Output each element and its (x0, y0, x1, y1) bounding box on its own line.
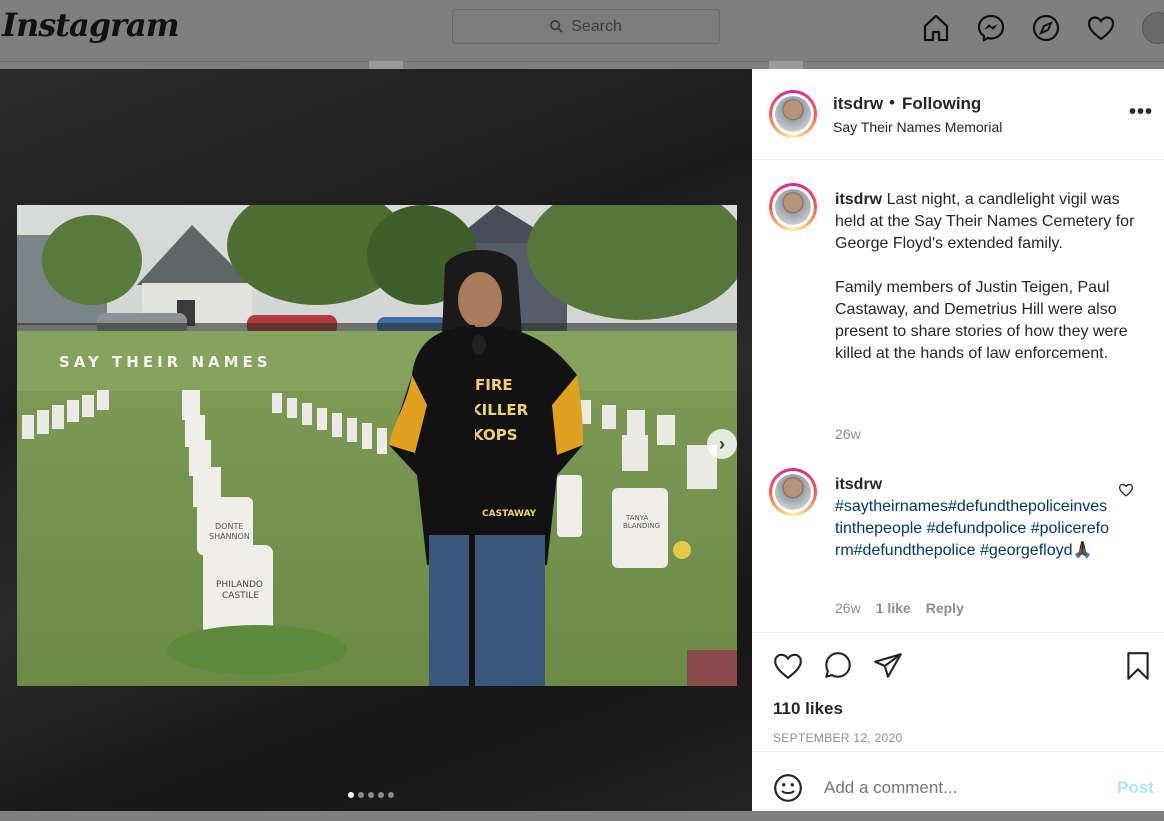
shirt-text-killer: KILLER (470, 401, 529, 419)
svg-text:BLANDING: BLANDING (623, 522, 660, 530)
reply-button[interactable]: Reply (926, 600, 964, 616)
caption-username[interactable]: itsdrw (835, 191, 882, 208)
post-header: itsdrw • Following Say Their Names Memor… (752, 69, 1164, 160)
caption-avatar[interactable] (769, 183, 817, 231)
comment-username[interactable]: itsdrw (835, 474, 1110, 496)
likes-count[interactable]: 110 likes (773, 699, 843, 719)
following-button[interactable]: Following (902, 94, 981, 114)
shirt-text-kops: KOPS (472, 426, 518, 444)
save-bookmark-icon[interactable] (1122, 650, 1154, 682)
messenger-icon[interactable] (975, 12, 1007, 44)
profile-avatar[interactable] (1142, 12, 1164, 44)
location-link[interactable]: Say Their Names Memorial (833, 119, 1002, 135)
post-date[interactable]: SEPTEMBER 12, 2020 (773, 731, 902, 745)
add-comment-bar: Post (752, 751, 1164, 814)
comment-avatar[interactable] (769, 468, 817, 516)
comment-timestamp[interactable]: 26w (835, 600, 861, 616)
comment-icon[interactable] (822, 650, 854, 682)
carousel-dot (348, 792, 354, 798)
headstone-donte-shannon: DONTE (215, 522, 243, 531)
carousel-dot (368, 792, 374, 798)
search-placeholder: Search (571, 17, 622, 35)
shirt-text-fire: FIRE (475, 376, 513, 394)
author-avatar[interactable] (769, 90, 817, 138)
comment-like-heart-icon[interactable] (1118, 482, 1134, 503)
explore-compass-icon[interactable] (1030, 12, 1062, 44)
comment-meta: 26w 1 like Reply (835, 600, 979, 616)
top-nav-bar: Instagram Search (0, 0, 1164, 62)
comment-hashtags[interactable]: #saytheirnames#defundthepoliceinvestinth… (835, 496, 1110, 562)
author-username[interactable]: itsdrw (833, 94, 883, 114)
post-photo: SAY THEIR NAMES DONTE SHANNON PHILANDO C… (17, 205, 737, 686)
svg-text:CASTILE: CASTILE (222, 591, 259, 601)
caption-text: Last night, a candlelight vigil was held… (835, 191, 1135, 362)
carousel-dot (388, 792, 394, 798)
post-media: SAY THEIR NAMES DONTE SHANNON PHILANDO C… (0, 69, 752, 811)
search-icon (550, 20, 563, 33)
post-sidebar: itsdrw • Following Say Their Names Memor… (752, 69, 1164, 811)
caption-timestamp[interactable]: 26w (835, 426, 861, 442)
post-caption: itsdrw Last night, a candlelight vigil w… (835, 189, 1145, 365)
carousel-dot (378, 792, 384, 798)
next-slide-button[interactable]: › (707, 429, 737, 459)
share-send-icon[interactable] (872, 650, 904, 682)
carousel-dots (348, 792, 398, 798)
more-options-icon[interactable]: ••• (1129, 101, 1153, 124)
comment-likes[interactable]: 1 like (876, 600, 911, 616)
emoji-smiley-icon[interactable] (772, 772, 804, 809)
headstone-tanya-blanding: TANYA (625, 514, 648, 522)
headstone-philando-castile: PHILANDO (216, 580, 263, 590)
say-their-names-sign: SAY THEIR NAMES (59, 353, 272, 371)
carousel-dot (358, 792, 364, 798)
separator-dot: • (889, 93, 895, 112)
shirt-text-castaway: CASTAWAY (482, 509, 537, 519)
instagram-logo[interactable]: Instagram (2, 6, 180, 44)
post-comment-button[interactable]: Post (1117, 778, 1154, 798)
activity-heart-icon[interactable] (1085, 12, 1117, 44)
home-icon[interactable] (920, 12, 952, 44)
search-box[interactable]: Search (452, 9, 720, 44)
post-actions: 110 likes SEPTEMBER 12, 2020 Post (752, 632, 1164, 821)
svg-text:SHANNON: SHANNON (209, 532, 250, 541)
comment-input[interactable] (822, 777, 1086, 799)
comment: itsdrw #saytheirnames#defundthepoliceinv… (835, 474, 1110, 562)
like-heart-icon[interactable] (772, 650, 804, 682)
